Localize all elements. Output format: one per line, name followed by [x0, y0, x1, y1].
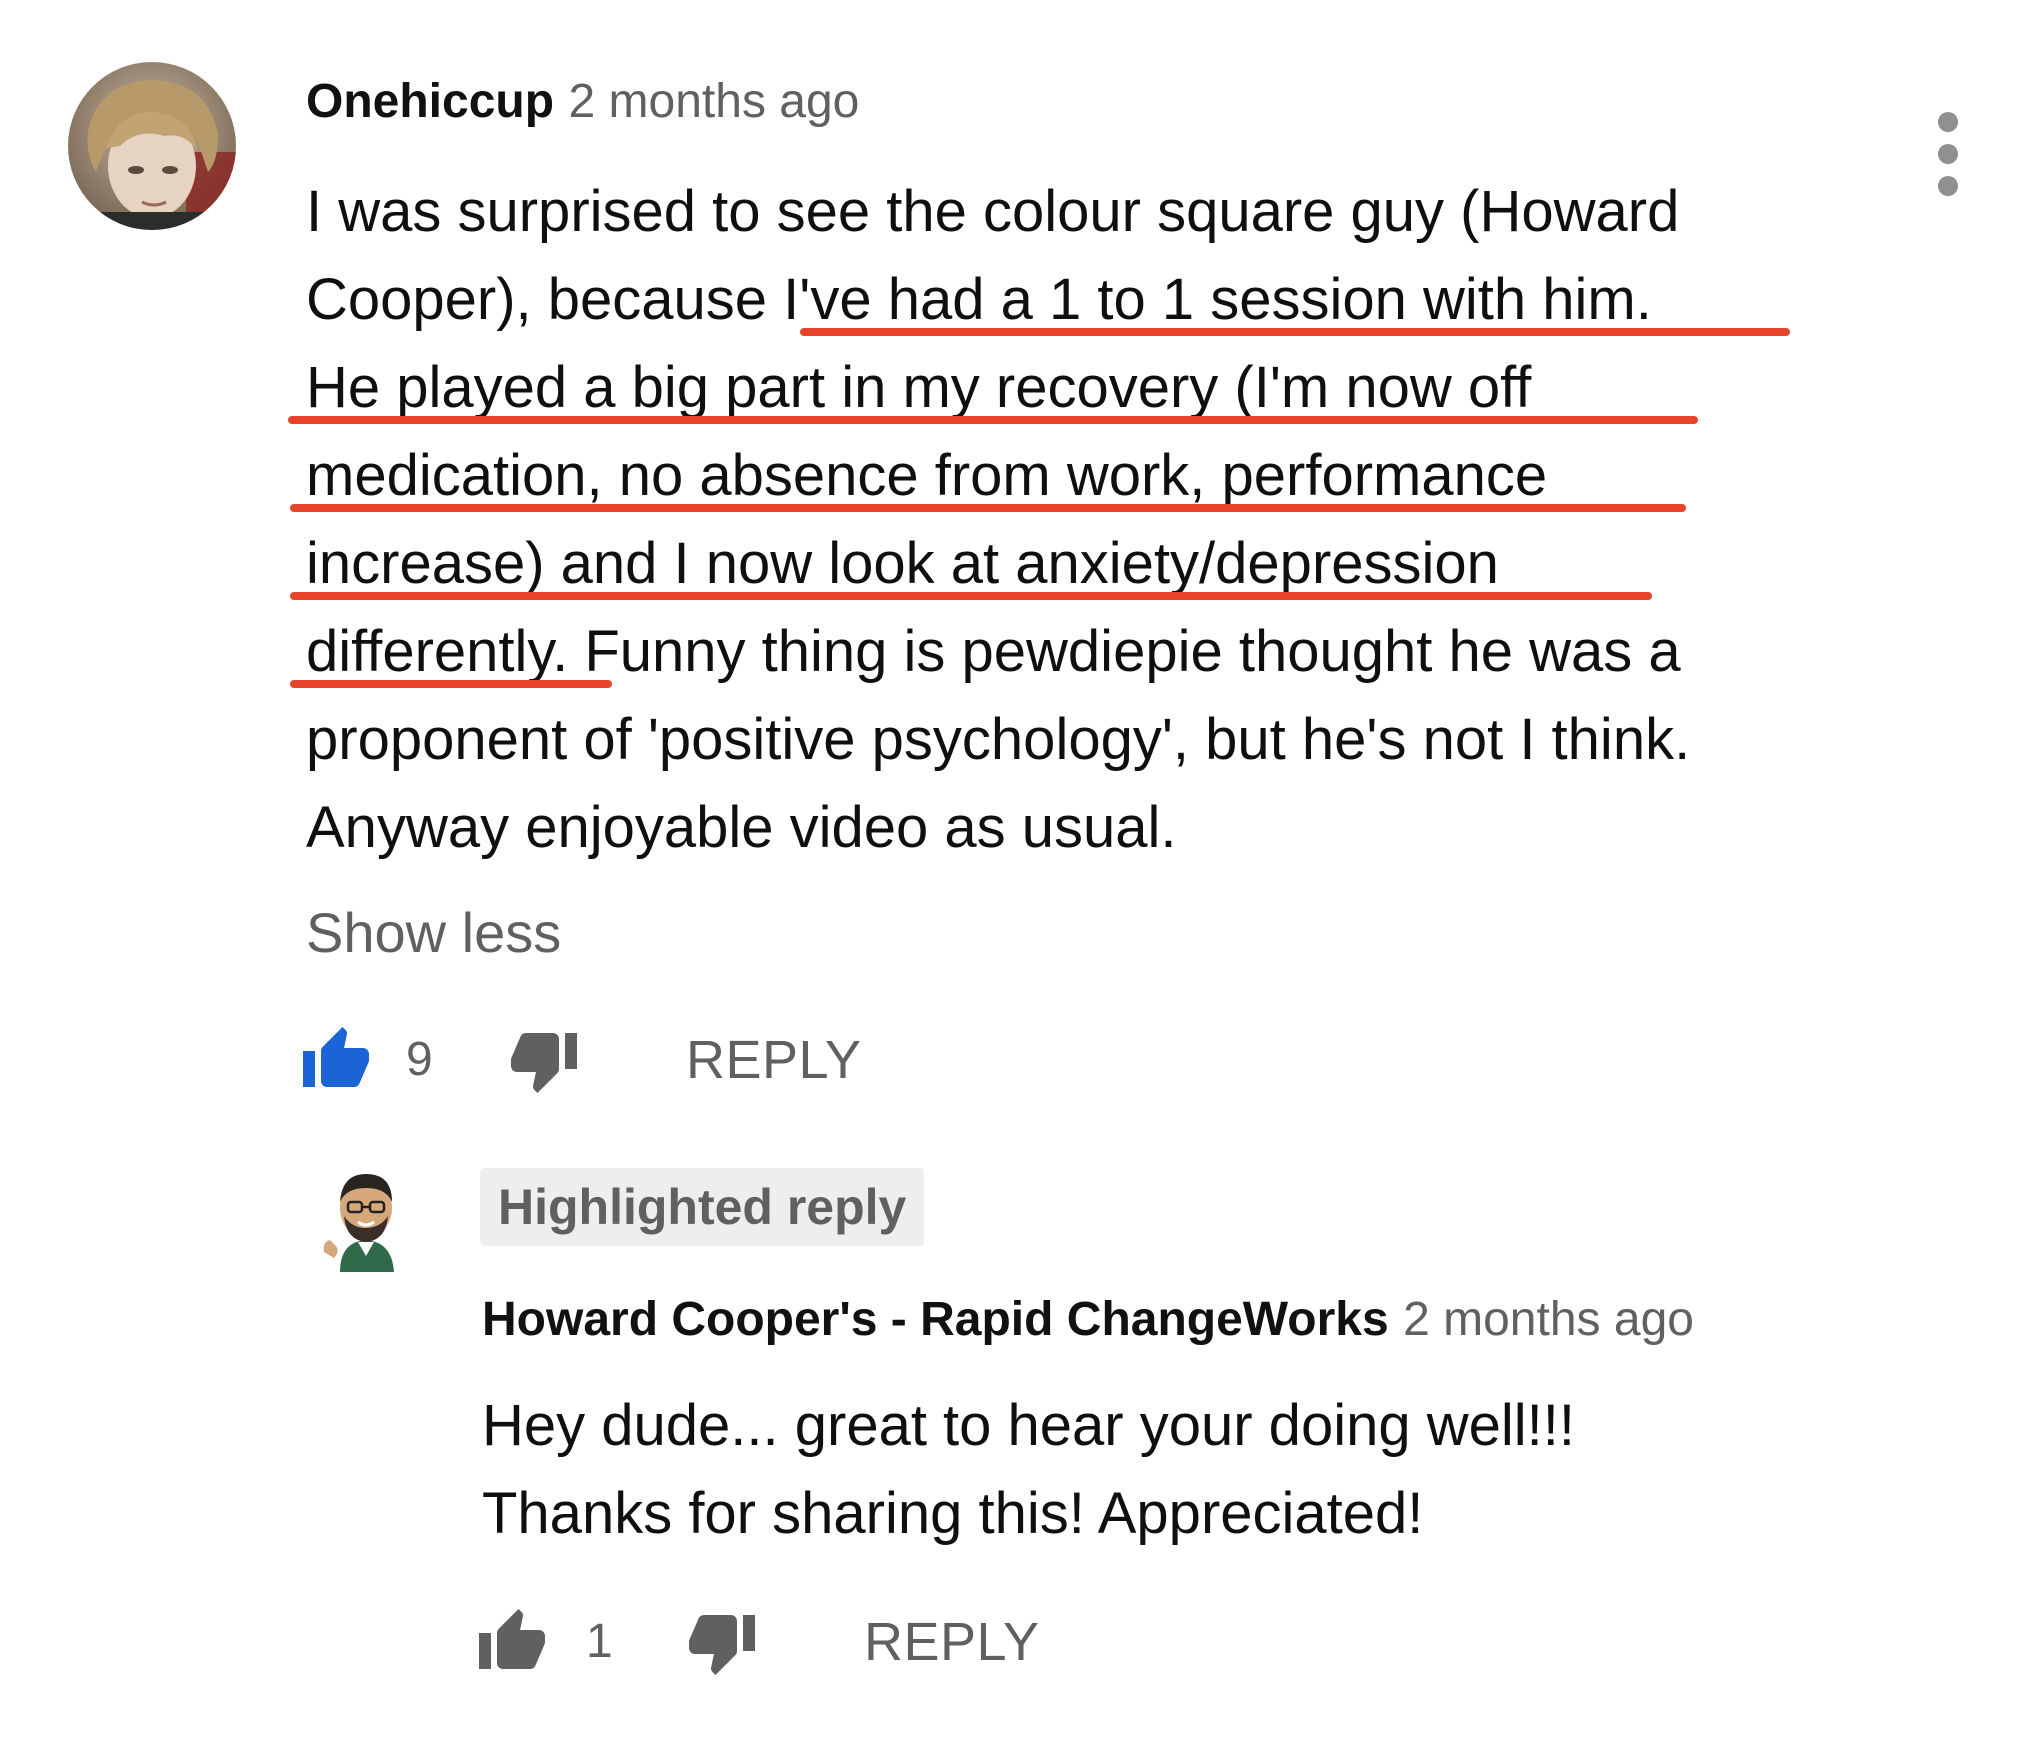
reply-line: Thanks for sharing this! Appreciated!	[482, 1481, 1424, 1546]
avatar[interactable]	[68, 62, 236, 230]
comment-line: I was surprised to see the colour square…	[306, 179, 1680, 244]
reply-button[interactable]: REPLY	[686, 1028, 862, 1092]
like-count: 9	[406, 1033, 433, 1086]
commenter-photo	[68, 62, 236, 230]
comment-line: Anyway enjoyable video as usual.	[306, 795, 1177, 860]
annotation-underline	[290, 680, 612, 688]
thumbs-down-icon[interactable]	[508, 1024, 580, 1096]
comment-line: proponent of 'positive psychology', but …	[306, 707, 1691, 772]
reply-header: Howard Cooper's - Rapid ChangeWorks 2 mo…	[482, 1290, 1694, 1361]
comment-timestamp[interactable]: 2 months ago	[569, 75, 860, 128]
comment-body: I was surprised to see the colour square…	[306, 168, 1866, 872]
highlighted-reply-badge: Highlighted reply	[480, 1168, 925, 1246]
thumbs-down-icon[interactable]	[686, 1606, 758, 1678]
thumbs-up-icon[interactable]	[476, 1606, 548, 1678]
annotation-underline	[800, 328, 1790, 336]
annotation-underline	[290, 504, 1686, 512]
thumbs-up-filled-icon[interactable]	[300, 1024, 372, 1096]
comment-author[interactable]: Onehiccup	[306, 75, 554, 128]
bitmoji-avatar	[323, 1174, 394, 1272]
comment-actions: 9 REPLY	[300, 1024, 900, 1104]
annotation-underline	[288, 416, 1698, 424]
reply-timestamp[interactable]: 2 months ago	[1403, 1293, 1694, 1346]
reply-actions: 1 REPLY	[476, 1606, 1076, 1686]
more-vertical-icon[interactable]	[1918, 112, 1978, 196]
reply-button[interactable]: REPLY	[864, 1610, 1040, 1674]
comment-thread: Onehiccup 2 months ago I was surprised t…	[0, 0, 2044, 1744]
reply-line: Hey dude... great to hear your doing wel…	[482, 1393, 1575, 1458]
show-less-button[interactable]: Show less	[306, 898, 561, 968]
comment-header: Onehiccup 2 months ago	[306, 72, 859, 143]
annotation-underline	[290, 592, 1652, 600]
reply-author[interactable]: Howard Cooper's - Rapid ChangeWorks	[482, 1293, 1389, 1346]
like-count: 1	[586, 1615, 613, 1668]
reply-body: Hey dude... great to hear your doing wel…	[482, 1382, 1882, 1558]
reply-avatar[interactable]	[310, 1160, 422, 1272]
